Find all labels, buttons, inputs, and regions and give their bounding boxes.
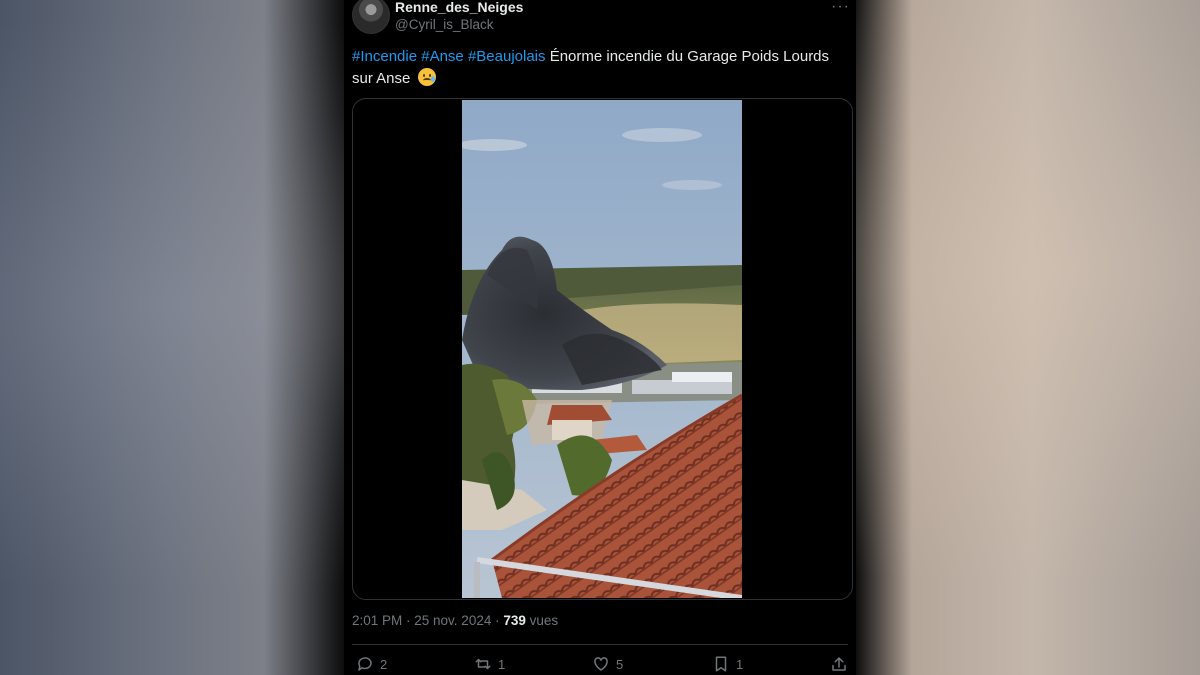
retweet-icon	[475, 658, 491, 670]
retweet-button[interactable]: 1	[474, 655, 505, 673]
tweet-text: #Incendie #Anse #Beaujolais Énorme incen…	[352, 46, 848, 90]
bookmark-icon	[715, 656, 727, 672]
tweet-timestamp[interactable]: 2:01 PM · 25 nov. 2024 · 739 vues	[352, 613, 558, 628]
media-container[interactable]	[352, 98, 853, 600]
more-options-icon[interactable]: ···	[831, 0, 850, 16]
user-handle[interactable]: @Cyril_is_Black	[395, 17, 493, 32]
bookmark-count: 1	[736, 656, 744, 672]
action-bar: 2 1 5 1	[344, 655, 856, 675]
hashtag-incendie[interactable]: #Incendie	[352, 48, 417, 65]
like-count: 5	[616, 656, 624, 672]
sad-tear-face-icon	[417, 68, 436, 86]
reply-icon	[358, 657, 372, 671]
heart-icon	[594, 657, 608, 671]
fire-scene-image	[462, 100, 742, 598]
divider	[352, 644, 848, 645]
retweet-count: 1	[498, 656, 506, 672]
views-label: vues	[529, 613, 559, 628]
reply-count: 2	[380, 656, 388, 672]
hashtag-beaujolais[interactable]: #Beaujolais	[468, 48, 546, 65]
like-button[interactable]: 5	[592, 655, 623, 673]
bookmark-button[interactable]: 1	[712, 655, 743, 673]
hashtag-anse[interactable]: #Anse	[421, 48, 464, 65]
reply-button[interactable]: 2	[356, 655, 387, 673]
views-count: 739	[503, 613, 526, 628]
share-icon	[832, 657, 846, 671]
timestamp-text[interactable]: 2:01 PM · 25 nov. 2024 ·	[352, 613, 503, 628]
video-thumbnail[interactable]	[462, 100, 742, 598]
tweet-card: Renne_des_Neiges @Cyril_is_Black ··· #In…	[344, 0, 856, 675]
display-name[interactable]: Renne_des_Neiges	[395, 0, 523, 15]
avatar[interactable]	[352, 0, 390, 34]
share-button[interactable]	[830, 655, 848, 673]
